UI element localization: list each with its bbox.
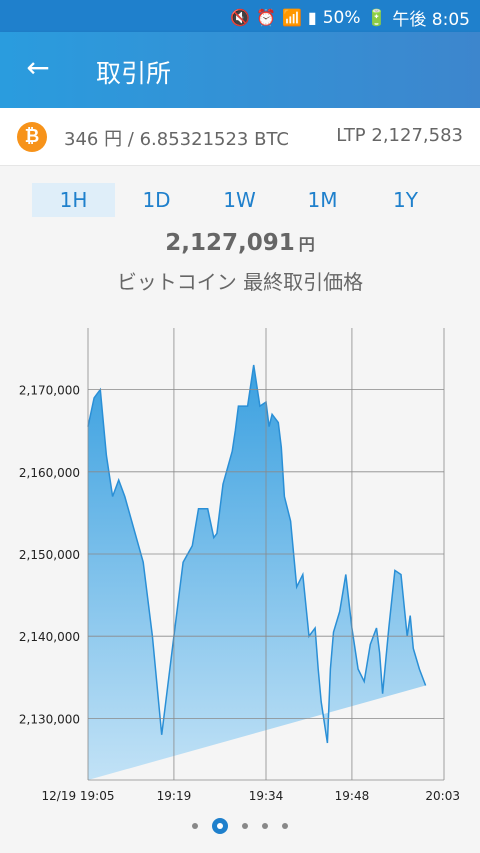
x-tick-label: 19:19 xyxy=(157,789,192,803)
tab-1w[interactable]: 1W xyxy=(198,183,281,217)
page-title: 取引所 xyxy=(96,59,172,88)
x-tick-label: 12/19 19:05 xyxy=(42,789,115,803)
last-price-unit: 円 xyxy=(298,235,315,254)
status-bar: 🔇 ⏰ 📶 ▮ 50% 🔋 午後 8:05 xyxy=(0,0,480,32)
y-tick-label: 2,140,000 xyxy=(19,630,80,644)
balance-bar: ₿ 346 円 / 6.85321523 BTC LTP 2,127,583 xyxy=(0,108,480,166)
mute-icon: 🔇 xyxy=(230,7,251,27)
page-dot[interactable] xyxy=(282,823,288,829)
x-tick-label: 20:03 xyxy=(425,789,460,803)
app-bar: ← 取引所 xyxy=(0,32,480,108)
price-area xyxy=(88,365,426,780)
last-price-label: ビットコイン 最終取引価格 xyxy=(116,270,364,294)
price-chart[interactable]: 2,170,000 2,160,000 2,150,000 2,140,000 2,13… xyxy=(0,320,480,810)
y-tick-label: 2,170,000 xyxy=(19,384,80,398)
last-price: 2,127,091 円 xyxy=(0,230,480,256)
page-indicator xyxy=(0,818,480,834)
alarm-icon: ⏰ xyxy=(256,7,276,27)
page-dot-active[interactable] xyxy=(212,818,228,834)
y-tick-label: 2,130,000 xyxy=(19,712,80,726)
y-tick-label: 2,150,000 xyxy=(19,548,80,562)
y-tick-label: 2,160,000 xyxy=(19,466,80,480)
clock: 午後 8:05 xyxy=(392,10,470,30)
range-tabs: 1H 1D 1W 1M 1Y xyxy=(32,183,447,217)
battery-charging-icon: 🔋 xyxy=(366,7,387,27)
page-dot[interactable] xyxy=(242,823,248,829)
x-tick-label: 19:48 xyxy=(335,789,370,803)
signal-icon: ▮ xyxy=(307,7,317,27)
back-arrow-icon[interactable]: ← xyxy=(22,52,54,84)
tab-1h[interactable]: 1H xyxy=(32,183,115,217)
tab-1d[interactable]: 1D xyxy=(115,183,198,217)
wifi-icon: 📶 xyxy=(281,7,302,27)
tab-1m[interactable]: 1M xyxy=(281,183,364,217)
tab-1y[interactable]: 1Y xyxy=(364,183,447,217)
page-dot[interactable] xyxy=(192,823,198,829)
ltp-text: LTP 2,127,583 xyxy=(336,125,463,146)
x-tick-label: 19:34 xyxy=(249,789,284,803)
page-dot[interactable] xyxy=(262,823,268,829)
bitcoin-icon: ₿ xyxy=(17,122,47,152)
balance-text: 346 円 / 6.85321523 BTC xyxy=(64,129,289,150)
last-price-value: 2,127,091 xyxy=(165,230,295,256)
battery-percentage: 50% xyxy=(322,7,361,28)
